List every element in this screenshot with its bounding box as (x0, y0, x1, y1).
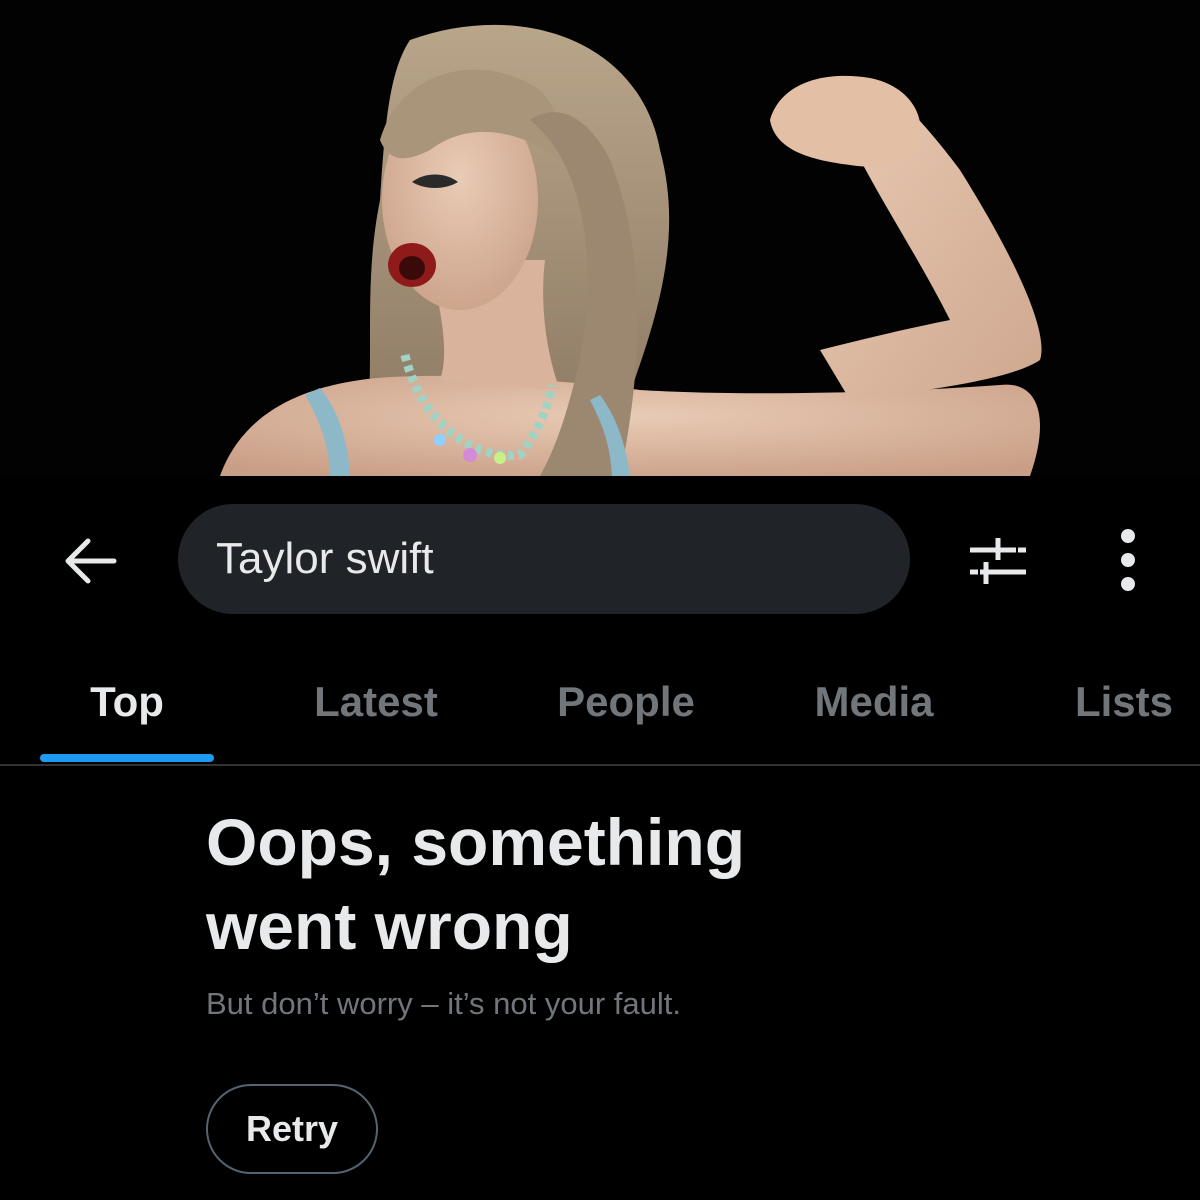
more-options-button[interactable] (1090, 522, 1166, 598)
tab-media[interactable]: Media (796, 640, 952, 764)
tab-top[interactable]: Top (40, 640, 214, 764)
header-photo (0, 0, 1200, 476)
search-filter-button[interactable] (958, 522, 1038, 598)
search-field[interactable] (178, 504, 910, 614)
search-input[interactable] (216, 534, 856, 584)
tab-lists[interactable]: Lists (1060, 640, 1188, 764)
retry-button[interactable]: Retry (206, 1084, 378, 1174)
active-tab-indicator (40, 754, 214, 762)
sliders-icon (970, 538, 1026, 584)
error-message: But don’t worry – it’s not your fault. (206, 986, 681, 1021)
performer-photo-icon (0, 0, 1200, 476)
tab-latest[interactable]: Latest (296, 640, 456, 764)
search-tabs: Top Latest People Media Lists (0, 640, 1200, 766)
back-button[interactable] (50, 525, 130, 597)
tab-people[interactable]: People (538, 640, 714, 764)
error-title: Oops, something went wrong (206, 805, 746, 963)
arrow-left-icon (65, 538, 117, 584)
more-vertical-icon (1121, 529, 1135, 591)
